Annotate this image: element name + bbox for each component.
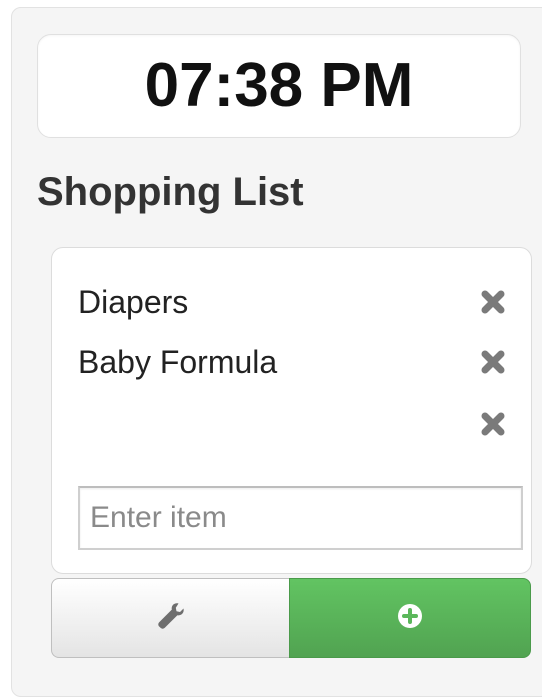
settings-button[interactable] bbox=[51, 578, 289, 658]
clock-display: 07:38 PM bbox=[37, 34, 521, 138]
add-item-button[interactable] bbox=[289, 578, 531, 658]
list-item: Baby Formula bbox=[78, 340, 508, 384]
action-button-group bbox=[51, 578, 531, 658]
enter-item-input[interactable] bbox=[78, 486, 523, 550]
list-item-label: Diapers bbox=[78, 284, 189, 320]
remove-x-icon[interactable] bbox=[478, 287, 508, 317]
shopping-list-card: Diapers Baby Formula bbox=[51, 247, 532, 574]
plus-circle-icon bbox=[397, 603, 423, 634]
list-item: Diapers bbox=[78, 280, 508, 324]
clock-time: 07:38 PM bbox=[144, 51, 414, 120]
remove-x-icon[interactable] bbox=[478, 409, 508, 439]
list-item bbox=[78, 402, 508, 446]
remove-x-icon[interactable] bbox=[478, 347, 508, 377]
list-item-label: Baby Formula bbox=[78, 344, 278, 380]
shopping-list-title: Shopping List bbox=[37, 170, 304, 214]
wrench-icon bbox=[156, 601, 186, 636]
